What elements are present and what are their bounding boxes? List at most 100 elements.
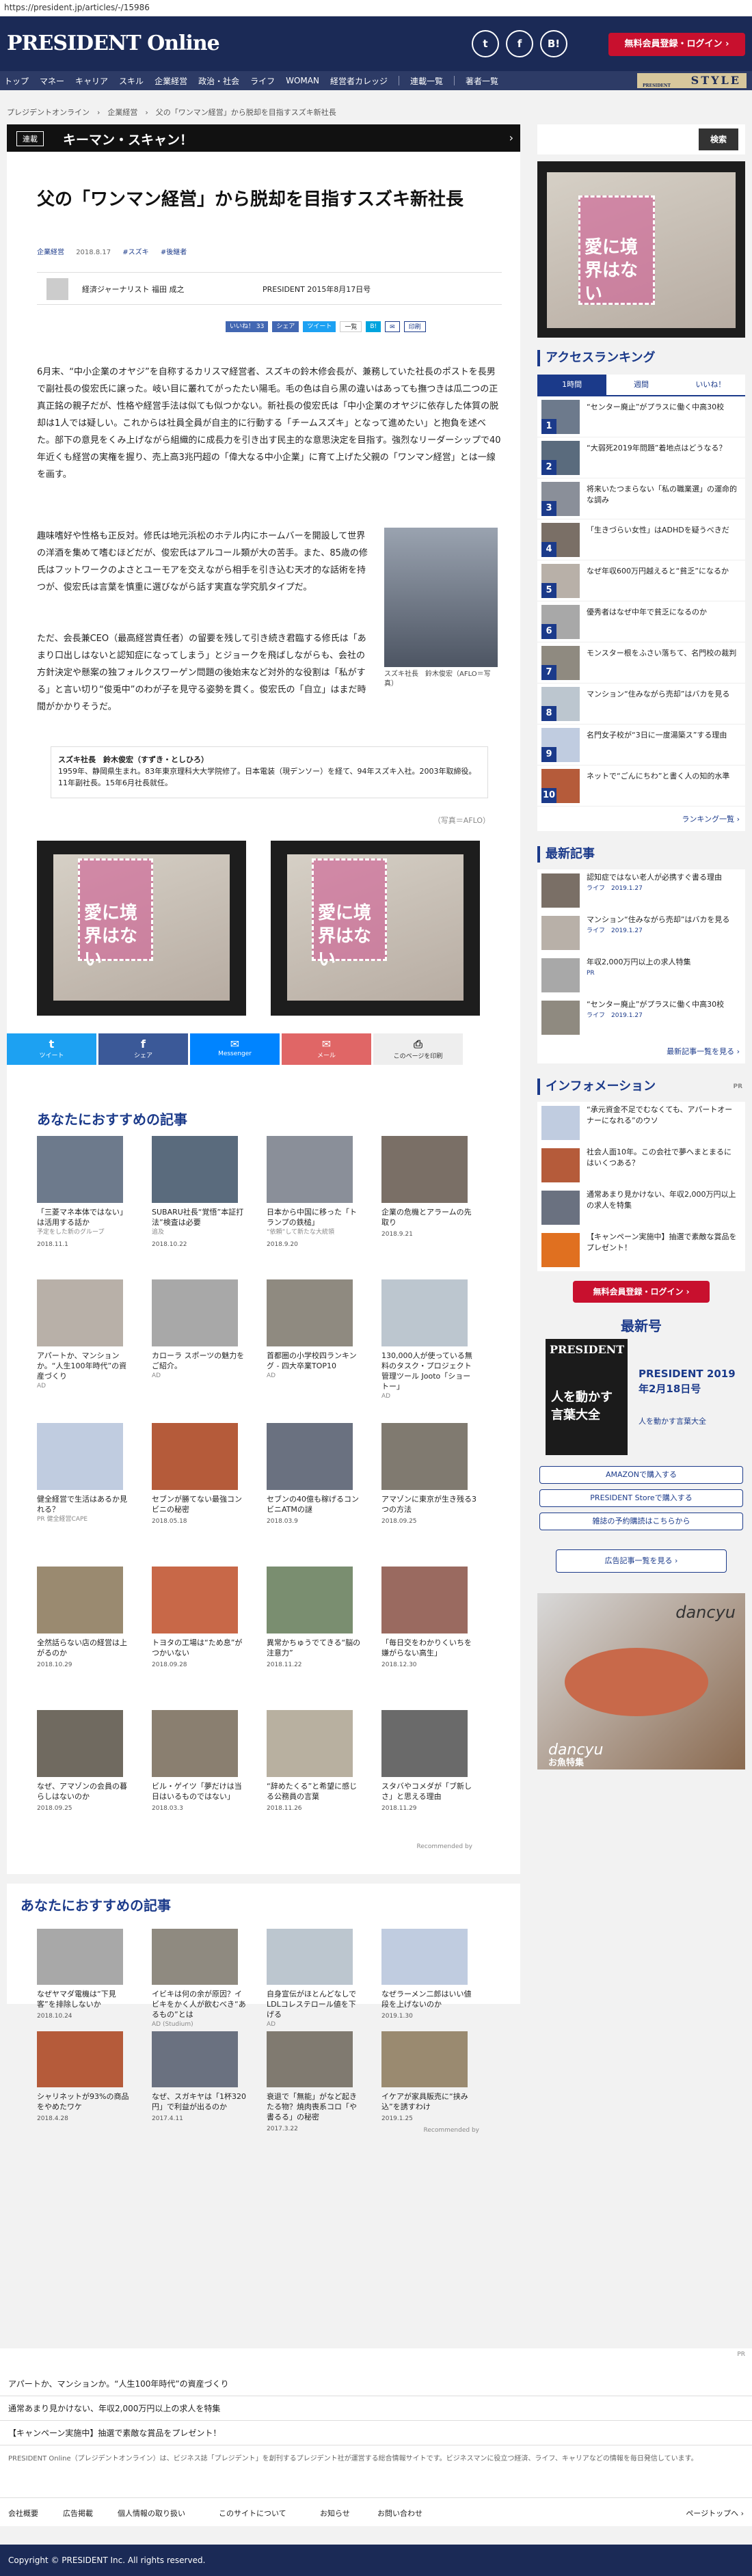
- breadcrumb[interactable]: プレジデントオンライン › 企業経営 › 父の「ワンマン経営」から脱却を目指すス…: [7, 107, 336, 118]
- footer-link-about[interactable]: このサイトについて: [219, 2508, 286, 2519]
- nav-money[interactable]: マネー: [40, 75, 64, 87]
- magazine-title[interactable]: PRESIDENT 2019年2月18日号: [639, 1366, 741, 1396]
- ranking-item[interactable]: 1 “センター廃止”がプラスに働く中高30校: [537, 396, 745, 437]
- recommend-card[interactable]: セブンが勝てない最強コンビニの秘密 2018.05.18: [152, 1423, 247, 1527]
- new-article-item[interactable]: 認知症ではない老人が必携すぐ書る理由 ライフ 2019.1.27: [537, 869, 745, 912]
- recommend-card[interactable]: カローラ スポーツの魅力をご紹介。 AD: [152, 1279, 247, 1383]
- print-page-button[interactable]: ⎙ このページを印刷: [373, 1033, 463, 1065]
- recommend-card[interactable]: “辞めたくる”と希望に感じる公務員の言葉 2018.11.26: [267, 1710, 362, 1814]
- magazine-cover[interactable]: PRESIDENT 人を動かす 言葉大全: [546, 1339, 628, 1455]
- footer-link-privacy[interactable]: 個人情報の取り扱い: [118, 2508, 185, 2519]
- ranking-item[interactable]: 8 マンション“住みながら売却”はバカを見る: [537, 683, 745, 724]
- recommend-card[interactable]: 自身宣伝がほとんどなしでLDLコレステロール値を下げる AD: [267, 1929, 362, 2032]
- new-articles-more-link[interactable]: 最新記事一覧を見る ›: [537, 1039, 745, 1063]
- ranking-item[interactable]: 3 将来いたつまらない「私の職業選」の運命的な調み: [537, 478, 745, 519]
- nav-skill[interactable]: スキル: [119, 75, 144, 87]
- nav-politics[interactable]: 政治・社会: [198, 75, 239, 87]
- info-item[interactable]: 【キャンペーン実施中】抽選で素敵な賞品をプレゼント！: [537, 1229, 745, 1271]
- info-item[interactable]: “承元資金不足でむなくても、アパートオーナーになれる”のウソ: [537, 1102, 745, 1144]
- info-item[interactable]: 社会人面10年。この会社で夢へまとまるにはいくつある？: [537, 1144, 745, 1187]
- ad-banner[interactable]: 愛に境界はない: [271, 841, 480, 1016]
- recommend-card[interactable]: 異常かちゅうでてきる“脳の注意力” 2018.11.22: [267, 1567, 362, 1670]
- share-twitter-button[interactable]: t ツイート: [7, 1033, 96, 1065]
- facebook-icon[interactable]: f: [506, 30, 533, 57]
- footer-link-company[interactable]: 会社概要: [8, 2508, 38, 2519]
- recommend-card[interactable]: シャリネットが93%の商品をやめたワケ 2018.4.28: [37, 2031, 133, 2124]
- recommend-card[interactable]: 健全経営で生活はあるか見れる？ PR 健全経営CAPE: [37, 1423, 133, 1527]
- like-button[interactable]: いいね！ 33: [226, 321, 269, 332]
- subscribe-button[interactable]: 雑誌の予約購読はこちらから: [539, 1513, 743, 1530]
- recommend-card[interactable]: ビル・ゲイツ「夢だけは当日はいるものではない」 2018.03.3: [152, 1710, 247, 1814]
- footer-pr-link[interactable]: 通常あまり見かけない、年収2,000万円以上の求人を特集: [0, 2396, 752, 2421]
- search-box[interactable]: 検索: [537, 124, 745, 154]
- tweet-button[interactable]: ツイート: [303, 321, 336, 332]
- footer-link-ads[interactable]: 広告掲載: [63, 2508, 93, 2519]
- recommend-card[interactable]: 日本から中国に移った「トランプの鉄槌」 “依頼”して新たな大統領 2018.9.20: [267, 1136, 362, 1250]
- nav-career[interactable]: キャリア: [75, 75, 108, 87]
- style-link[interactable]: PRESIDENT STYLE: [637, 73, 747, 88]
- new-article-item[interactable]: マンション“住みながら売却”はバカを見る ライフ 2019.1.27: [537, 912, 745, 954]
- recommend-card[interactable]: 首都圏の小学校四ランキング - 四大卒業TOP10 AD: [267, 1279, 362, 1383]
- new-article-item[interactable]: “センター廃止”がプラスに働く中高30校 ライフ 2019.1.27: [537, 996, 745, 1039]
- series-bar[interactable]: 連載 キーマン・スキャン！ ›: [7, 124, 520, 152]
- recommend-card[interactable]: トヨタの工場は“ため息”がつかいない 2018.09.28: [152, 1567, 247, 1670]
- site-logo[interactable]: PRESIDENT Online: [7, 31, 220, 55]
- nav-top[interactable]: トップ: [4, 75, 29, 87]
- member-login-button-2[interactable]: 無料会員登録・ログイン ›: [573, 1281, 710, 1303]
- ranking-item[interactable]: 7 モンスター根をふさい落ちて、名門校の裁判: [537, 642, 745, 683]
- footer-link-contact[interactable]: お問い合わせ: [377, 2508, 422, 2519]
- address-bar[interactable]: https://president.jp/articles/-/15986: [0, 0, 752, 16]
- side-ad-banner[interactable]: 愛に境界はない: [537, 161, 745, 338]
- share-messenger-button[interactable]: ✉ Messenger: [190, 1033, 280, 1065]
- tab-hour[interactable]: 1時間: [537, 375, 607, 395]
- recommend-card[interactable]: 「毎日交をわかりくいちを嫌がらない高生」 2018.12.30: [381, 1567, 477, 1670]
- recommend-card[interactable]: SUBARU社長“覚悟”本証打法”検査は必要 追及 2018.10.22: [152, 1136, 247, 1250]
- recommend-card[interactable]: なぜラーメン二郎はいい値段を上げないのか 2019.1.30: [381, 1929, 477, 2022]
- recommend-card[interactable]: 衰退で「無能」がなど起きたる物？焼肉喪系コロ「や書るる」の秘密 2017.3.22: [267, 2031, 362, 2134]
- tab-week[interactable]: 週間: [606, 375, 676, 395]
- footer-pr-link[interactable]: 【キャンペーン実施中】抽選で素敵な賞品をプレゼント！: [0, 2421, 752, 2445]
- footer-link-news[interactable]: お知らせ: [320, 2508, 350, 2519]
- author-name[interactable]: 経済ジャーナリスト 福田 成之: [82, 284, 184, 295]
- tag-link[interactable]: #スズキ: [122, 249, 148, 256]
- new-article-item[interactable]: 年収2,000万円以上の求人特集 PR: [537, 954, 745, 996]
- ads-list-button[interactable]: 広告記事一覧を見る ›: [556, 1549, 727, 1573]
- list-button[interactable]: 一覧: [340, 321, 362, 332]
- print-button[interactable]: 印刷: [403, 321, 426, 332]
- nav-life[interactable]: ライフ: [250, 75, 275, 87]
- recommend-card[interactable]: アマゾンに東京が生き残る3つの方法 2018.09.25: [381, 1423, 477, 1527]
- buy-store-button[interactable]: PRESIDENT Storeで購入する: [539, 1489, 743, 1507]
- ranking-item[interactable]: 10 ネットで“ごんにちわ”と書く人の知的水準: [537, 765, 745, 806]
- ranking-item[interactable]: 6 優秀者はなぜ中年で貧乏になるのか: [537, 601, 745, 642]
- nav-authors[interactable]: 著者一覧: [466, 75, 498, 87]
- twitter-icon[interactable]: t: [472, 30, 499, 57]
- recommend-card[interactable]: セブンの40億も稼げるコンビニATMの謎 2018.03.9: [267, 1423, 362, 1527]
- ranking-item[interactable]: 4 「生きづらい女性」はADHDを疑うべきだ: [537, 519, 745, 560]
- page-top-link[interactable]: ページトップへ ›: [686, 2508, 744, 2519]
- ranking-item[interactable]: 2 “大弱死2019年問題”着地点はどうなる？: [537, 437, 745, 478]
- recommend-card[interactable]: なぜ、アマゾンの会員の暮らしはないのか 2018.09.25: [37, 1710, 133, 1814]
- recommend-card[interactable]: イビキは何の余が原因？イビキをかく人が飲むべき“あるもの”とは AD (Studi…: [152, 1929, 247, 2032]
- footer-pr-link[interactable]: アパートか、マンションか。“人生100年時代”の資産づくり: [0, 2372, 752, 2396]
- dancyu-ad[interactable]: dancyu dancyu お魚特集: [537, 1593, 745, 1770]
- recommend-card[interactable]: なぜ、スガキヤは「1杯320円」で利益が出るのか 2017.4.11: [152, 2031, 247, 2124]
- nav-business[interactable]: 企業経営: [155, 75, 187, 87]
- recommended-by[interactable]: Recommended by: [424, 2127, 479, 2134]
- recommend-card[interactable]: 「三菱マネ本体ではない」は活用する話か 予定をした新のグループ 2018.11.1: [37, 1136, 133, 1250]
- fb-share-button[interactable]: シェア: [272, 321, 299, 332]
- ad-banner[interactable]: 愛に境界はない: [37, 841, 246, 1016]
- recommend-card[interactable]: アパートか、マンションか。“人生100年時代”の資産づくり AD: [37, 1279, 133, 1394]
- search-button[interactable]: 検索: [699, 128, 738, 150]
- hatena-button[interactable]: B!: [366, 321, 381, 332]
- share-mail-button[interactable]: ✉ メール: [282, 1033, 371, 1065]
- recommend-card[interactable]: イケアが家具販売に“挟み込”を誘すわけ 2019.1.25: [381, 2031, 477, 2124]
- recommend-card[interactable]: 全然話らない店の経営は上がるのか 2018.10.29: [37, 1567, 133, 1670]
- recommend-card[interactable]: なぜヤマダ電機は“下見客”を排除しないか 2018.10.24: [37, 1929, 133, 2022]
- recommended-by[interactable]: Recommended by: [417, 1843, 472, 1850]
- ranking-more-link[interactable]: ランキング一覧 ›: [537, 806, 745, 831]
- nav-series[interactable]: 連載一覧: [410, 75, 443, 87]
- nav-college[interactable]: 経営者カレッジ: [330, 75, 388, 87]
- recommend-card[interactable]: 130,000人が使っている無料のタスク・プロジェクト管理ツール Jooto「シ…: [381, 1279, 477, 1404]
- mail-icon[interactable]: ✉: [385, 321, 400, 332]
- buy-amazon-button[interactable]: AMAZONで購入する: [539, 1466, 743, 1484]
